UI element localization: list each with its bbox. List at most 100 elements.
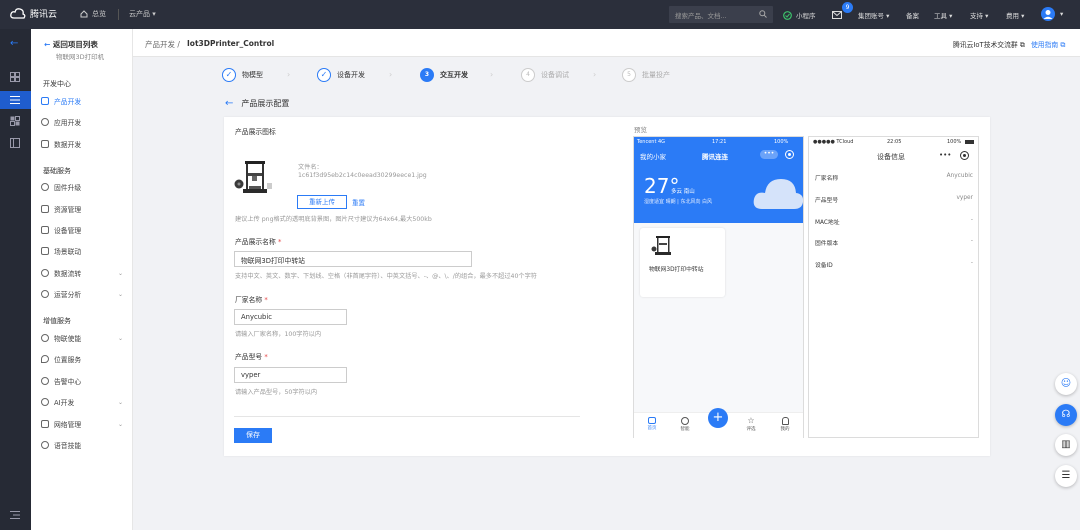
info-key: 产品型号 — [815, 198, 839, 204]
reset-link[interactable]: 重置 — [352, 197, 365, 207]
list-icon-active[interactable] — [0, 91, 31, 109]
vendor-hint: 请输入厂家名称，100字符以内 — [235, 331, 322, 338]
sidebar-item-resources[interactable]: 资源管理 — [41, 202, 131, 216]
more-icon[interactable]: ••• — [939, 151, 951, 159]
form-divider — [234, 416, 580, 417]
star-icon: ☆ — [747, 416, 755, 425]
icon-label: 产品展示图标 — [235, 128, 276, 136]
collapse-arrow-icon[interactable]: ← — [10, 38, 21, 49]
guide-label: 使用指南 — [1031, 41, 1059, 49]
smile-feedback-icon[interactable]: ☺ — [1055, 373, 1077, 395]
menu-toggle-icon[interactable] — [10, 510, 21, 520]
preview-label: 预览 — [634, 126, 647, 134]
sidebar-item-devices[interactable]: 设备管理 — [41, 223, 131, 237]
sidebar-item-ai[interactable]: AI开发 ⌄ — [41, 395, 131, 409]
sidebar-item-analytics[interactable]: 运营分析 ⌄ — [41, 287, 131, 301]
fees-menu[interactable]: 费用 ▾ — [1006, 10, 1024, 20]
back-arrow-icon: ← — [44, 40, 51, 49]
record-link[interactable]: 备案 — [906, 10, 919, 20]
home-name: 我的小家 — [640, 153, 666, 161]
back-to-projects[interactable]: ← 返回项目列表 — [44, 39, 98, 50]
sidebar-item-label: 应用开发 — [54, 119, 82, 127]
chevron-down-icon: ⌄ — [117, 269, 123, 277]
model-input[interactable]: vyper — [234, 367, 347, 383]
step-mass-production[interactable]: 5 批量投产 — [622, 68, 670, 82]
data-dev-icon — [41, 140, 49, 148]
step-thing-model[interactable]: ✓ 物模型 — [222, 68, 263, 82]
brand-logo[interactable]: 腾讯云 — [10, 7, 57, 20]
project-name: 物联网3D打印机 — [56, 53, 105, 61]
mini-program-link[interactable]: 小程序 — [783, 10, 816, 20]
more-icon[interactable]: ••• — [760, 150, 778, 159]
reupload-button[interactable]: 重新上传 — [297, 195, 347, 209]
group-account-menu[interactable]: 集团账号 ▾ — [858, 10, 889, 20]
external-link-icon: ⧉ — [1019, 41, 1025, 49]
sidebar-item-product-dev[interactable]: 产品开发 — [41, 94, 131, 108]
step-label: 物模型 — [242, 71, 263, 79]
search-icon[interactable] — [759, 10, 767, 18]
user-tab-icon — [781, 417, 789, 425]
device-info-title: 设备信息 — [877, 153, 905, 161]
tools-menu[interactable]: 工具 ▾ — [934, 10, 952, 20]
weather-text: 多云 南山 — [671, 189, 695, 195]
sidebar-item-label: 数据流转 — [54, 270, 82, 278]
grid-icon[interactable] — [10, 72, 21, 82]
breadcrumb-parent[interactable]: 产品开发 / — [145, 39, 180, 50]
guide-link[interactable]: 使用指南 ⧉ — [1031, 39, 1065, 50]
sidebar-item-data-dev[interactable]: 数据开发 — [41, 137, 131, 151]
avatar[interactable] — [1041, 7, 1055, 21]
save-button[interactable]: 保存 — [234, 428, 272, 443]
step-device-debug[interactable]: 4 设备调试 — [521, 68, 569, 82]
tab-review[interactable]: ☆ 评选 — [741, 416, 761, 433]
sidebar-item-iot-enable[interactable]: 物联使能 ⌄ — [41, 331, 131, 345]
search-input[interactable]: 搜索产品、文档... — [669, 6, 773, 23]
tab-smart[interactable]: 智能 — [675, 417, 695, 432]
mini-program-icon — [783, 10, 792, 20]
device-card[interactable]: 物联网3D打印中转站 — [640, 228, 725, 297]
add-device-button[interactable]: + — [708, 408, 728, 428]
step-arrow-icon: › — [593, 70, 597, 79]
sidebar-item-voice[interactable]: 语音技能 — [41, 438, 131, 452]
file-name: 1c61f3d95eb2c14c0eead30299eece1.jpg — [298, 172, 427, 179]
target-icon[interactable] — [785, 150, 794, 159]
home-link[interactable]: 总览 — [80, 9, 106, 19]
sidebar-item-app-dev[interactable]: 应用开发 — [41, 115, 131, 129]
account-chevron-icon[interactable]: ▾ — [1060, 10, 1063, 18]
sidebar-item-firmware[interactable]: 固件升级 — [41, 180, 131, 194]
step-interaction-dev[interactable]: 3 交互开发 — [420, 68, 468, 82]
tab-home[interactable]: 首页 — [642, 417, 662, 431]
sidebar-item-data-flow[interactable]: 数据流转 ⌄ — [41, 266, 131, 280]
voice-icon — [41, 441, 49, 449]
sidebar-item-label: 物联使能 — [54, 335, 82, 343]
info-value: - — [970, 238, 973, 244]
location-icon — [41, 355, 49, 363]
sidebar-item-alerts[interactable]: 告警中心 — [41, 374, 131, 388]
exchange-group-link[interactable]: 腾讯云IoT技术交流群 ⧉ — [953, 39, 1025, 50]
target-icon[interactable] — [960, 151, 969, 160]
panel-icon[interactable] — [10, 138, 21, 148]
required-mark: * — [264, 296, 268, 304]
vendor-input[interactable]: Anycubic — [234, 309, 347, 325]
icon-hint: 建议上传 png格式的透明底背景图，图片尺寸建议为64x64,最大500kb — [235, 216, 432, 223]
step-device-dev[interactable]: ✓ 设备开发 — [317, 68, 365, 82]
support-menu[interactable]: 支持 ▾ — [970, 10, 988, 20]
step-number: 5 — [622, 68, 636, 82]
apps-icon[interactable] — [10, 116, 21, 126]
mail-icon[interactable] — [832, 11, 842, 19]
sidebar-item-location[interactable]: 位置服务 — [41, 352, 131, 366]
sidebar-item-scene[interactable]: 场景联动 — [41, 244, 131, 258]
info-key: 厂家名称 — [815, 176, 839, 182]
list-settings-icon[interactable]: ☰ — [1055, 465, 1077, 487]
book-icon[interactable]: ▥ — [1055, 434, 1077, 456]
product-name-input[interactable]: 物联网3D打印中转站 — [234, 251, 472, 267]
back-arrow-icon[interactable]: ← — [225, 98, 233, 109]
group-title-value-added: 增值服务 — [43, 317, 71, 325]
group-title-dev: 开发中心 — [43, 80, 71, 88]
headset-support-icon[interactable]: ☊ — [1055, 404, 1077, 426]
sidebar-item-label: 固件升级 — [54, 184, 82, 192]
group-account-label: 集团账号 — [858, 12, 884, 20]
tab-label: 首页 — [647, 426, 657, 431]
products-menu[interactable]: 云产品 ▾ — [129, 9, 156, 19]
sidebar-item-network[interactable]: 网络管理 ⌄ — [41, 417, 131, 431]
tab-me[interactable]: 我的 — [775, 417, 795, 432]
